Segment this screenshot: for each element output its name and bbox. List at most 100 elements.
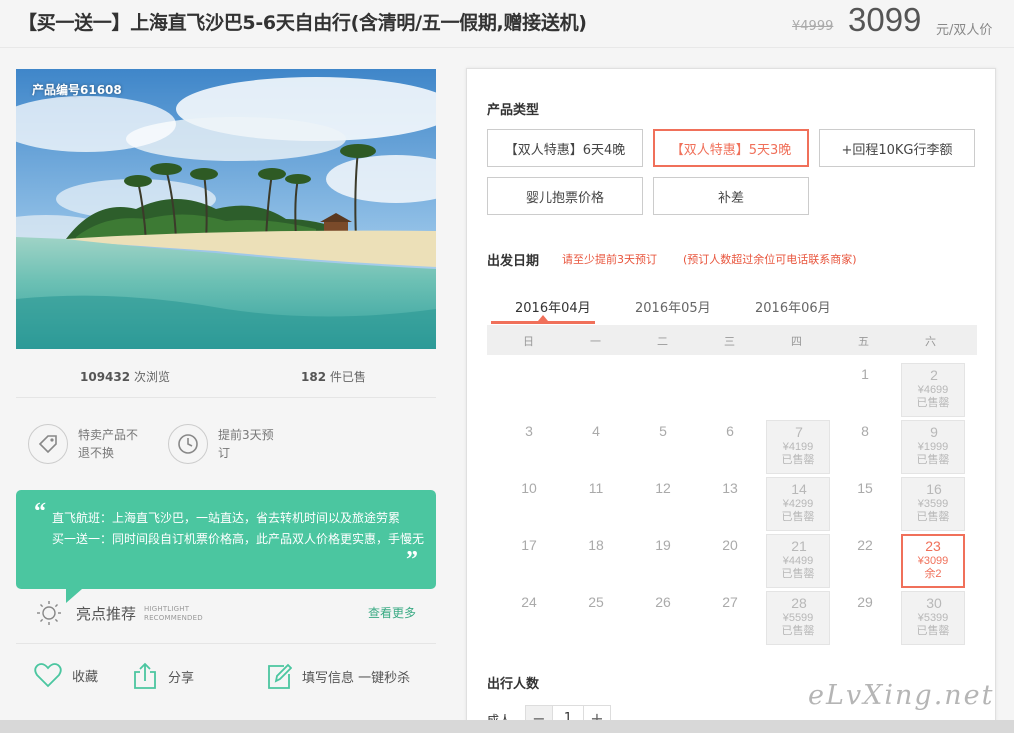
policy-advance: 提前3天预订 bbox=[168, 424, 280, 464]
product-gallery: 产品编号61608 bbox=[16, 69, 436, 349]
calendar-day: 18 bbox=[564, 534, 628, 588]
heart-icon bbox=[34, 663, 62, 688]
day-number: 25 bbox=[588, 594, 604, 610]
calendar-day: 6 bbox=[698, 420, 762, 474]
share-label: 分享 bbox=[168, 670, 195, 686]
beach-image bbox=[16, 69, 436, 349]
calendar-day-sold-out[interactable]: 14 ¥4299 已售罄 bbox=[766, 477, 830, 531]
weekday-label: 三 bbox=[724, 335, 735, 348]
sold-count: 182 bbox=[301, 370, 327, 384]
calendar-day-sold-out[interactable]: 30 ¥5399 已售罄 bbox=[901, 591, 965, 645]
weekday-label: 一 bbox=[590, 335, 601, 348]
day-number: 2 bbox=[930, 367, 938, 383]
product-code: 产品编号61608 bbox=[32, 83, 122, 97]
calendar-day-available[interactable]: 23 ¥3099 余2 bbox=[901, 534, 965, 588]
month-tab[interactable]: 2016年04月 bbox=[511, 297, 595, 316]
page-title: 【买一送一】上海直飞沙巴5-6天自由行(含清明/五一假期,赠接送机) bbox=[18, 12, 587, 34]
day-number: 18 bbox=[588, 537, 604, 553]
weekday-label: 日 bbox=[523, 335, 534, 348]
highlight-line-1: 直飞航班：上海直飞沙巴，一站直达，省去转机时间以及旅途劳累 bbox=[52, 511, 401, 525]
day-number: 10 bbox=[521, 480, 537, 496]
page-header: 【买一送一】上海直飞沙巴5-6天自由行(含清明/五一假期,赠接送机) ¥4999… bbox=[0, 0, 1014, 48]
calendar-day: 24 bbox=[497, 591, 561, 645]
calendar-day: 5 bbox=[631, 420, 695, 474]
current-price: 3099 bbox=[848, 1, 922, 38]
day-number: 16 bbox=[926, 481, 942, 497]
day-number: 9 bbox=[930, 424, 938, 440]
calendar-day: 15 bbox=[833, 477, 897, 531]
product-stats: 109432 次浏览 182 件已售 bbox=[16, 360, 436, 398]
departure-date-label: 出发日期 bbox=[487, 254, 540, 269]
calendar-day: 17 bbox=[497, 534, 561, 588]
day-number: 1 bbox=[861, 366, 869, 382]
calendar-day-sold-out[interactable]: 16 ¥3599 已售罄 bbox=[901, 477, 965, 531]
calendar-day: 29 bbox=[833, 591, 897, 645]
day-number: 12 bbox=[655, 480, 671, 496]
day-number: 20 bbox=[722, 537, 738, 553]
day-number: 15 bbox=[857, 480, 873, 496]
contact-note: (预订人数超过余位可电话联系商家) bbox=[683, 253, 857, 266]
calendar-day: 25 bbox=[564, 591, 628, 645]
day-price: ¥4499 bbox=[782, 555, 814, 567]
highlight-en-label: HIGHTLIGHT RECOMMENDED bbox=[144, 605, 203, 623]
action-bar: 收藏 分享 填写信息 一键秒杀 bbox=[16, 662, 436, 694]
day-price: ¥4199 bbox=[782, 441, 814, 453]
weekday-label: 二 bbox=[657, 335, 668, 348]
day-number: 27 bbox=[722, 594, 738, 610]
day-number: 28 bbox=[791, 595, 807, 611]
favorite-label: 收藏 bbox=[72, 669, 99, 685]
highlight-bubble: “ 直飞航班：上海直飞沙巴，一站直达，省去转机时间以及旅途劳累 买一送一：同时间… bbox=[16, 490, 436, 603]
day-number: 30 bbox=[926, 595, 942, 611]
day-price: ¥5399 bbox=[917, 612, 949, 624]
sold-stat: 182 件已售 bbox=[301, 368, 366, 385]
product-type-option[interactable]: 【双人特惠】6天4晚 bbox=[487, 129, 643, 167]
product-type-option[interactable]: 【双人特惠】5天3晚 bbox=[653, 129, 809, 167]
day-number: 24 bbox=[521, 594, 537, 610]
product-photo[interactable]: 产品编号61608 bbox=[16, 69, 436, 349]
day-number: 23 bbox=[925, 538, 941, 554]
month-tab[interactable]: 2016年05月 bbox=[631, 297, 715, 316]
calendar-day: 13 bbox=[698, 477, 762, 531]
views-label: 次浏览 bbox=[133, 370, 170, 384]
advance-note: 请至少提前3天预订 bbox=[562, 253, 657, 266]
day-status: 已售罄 bbox=[916, 511, 950, 523]
day-status: 已售罄 bbox=[916, 454, 950, 466]
day-status: 余2 bbox=[924, 568, 942, 580]
weekday-label: 六 bbox=[925, 335, 936, 348]
policy-no-refund-text: 特卖产品不退不换 bbox=[78, 428, 139, 460]
month-tab[interactable]: 2016年06月 bbox=[751, 297, 835, 316]
product-type-option[interactable]: +回程10KG行李额 bbox=[819, 129, 975, 167]
product-type-option[interactable]: 补差 bbox=[653, 177, 809, 215]
calendar-day-sold-out[interactable]: 2 ¥4699 已售罄 bbox=[901, 363, 965, 417]
day-status: 已售罄 bbox=[781, 511, 815, 523]
fill-info-label: 填写信息 一键秒杀 bbox=[302, 670, 411, 686]
calendar-day: 1 bbox=[833, 363, 897, 417]
calendar-day-sold-out[interactable]: 28 ¥5599 已售罄 bbox=[766, 591, 830, 645]
product-type-label: 产品类型 bbox=[487, 103, 540, 118]
highlight-line-2: 买一送一：同时间段自订机票价格高，此产品双人价格更实惠，手慢无 bbox=[52, 532, 425, 546]
day-number: 7 bbox=[795, 424, 803, 440]
sold-label: 件已售 bbox=[329, 370, 366, 384]
fill-info-button[interactable]: 填写信息 一键秒杀 bbox=[266, 662, 410, 690]
see-more-link[interactable]: 查看更多 bbox=[368, 604, 416, 621]
favorite-button[interactable]: 收藏 bbox=[34, 662, 98, 688]
product-type-option[interactable]: 婴儿抱票价格 bbox=[487, 177, 643, 215]
bottom-scrollbar[interactable] bbox=[0, 720, 1014, 733]
close-quote-icon: ” bbox=[406, 547, 418, 573]
weekday-header: 日一二三四五六 bbox=[487, 325, 977, 355]
day-status: 已售罄 bbox=[916, 397, 950, 409]
policy-advance-text: 提前3天预订 bbox=[218, 428, 274, 460]
price-unit: 元/双人价 bbox=[936, 23, 993, 38]
calendar-day: 26 bbox=[631, 591, 695, 645]
day-number: 22 bbox=[857, 537, 873, 553]
calendar-day-sold-out[interactable]: 7 ¥4199 已售罄 bbox=[766, 420, 830, 474]
share-button[interactable]: 分享 bbox=[132, 662, 194, 690]
calendar-day-sold-out[interactable]: 9 ¥1999 已售罄 bbox=[901, 420, 965, 474]
day-number: 5 bbox=[659, 423, 667, 439]
site-watermark: eLvXing.net bbox=[808, 680, 995, 711]
day-price: ¥3599 bbox=[917, 498, 949, 510]
calendar-day-sold-out[interactable]: 21 ¥4499 已售罄 bbox=[766, 534, 830, 588]
highlight-title: 亮点推荐 bbox=[76, 605, 137, 623]
day-number: 19 bbox=[655, 537, 671, 553]
calendar-day: 27 bbox=[698, 591, 762, 645]
